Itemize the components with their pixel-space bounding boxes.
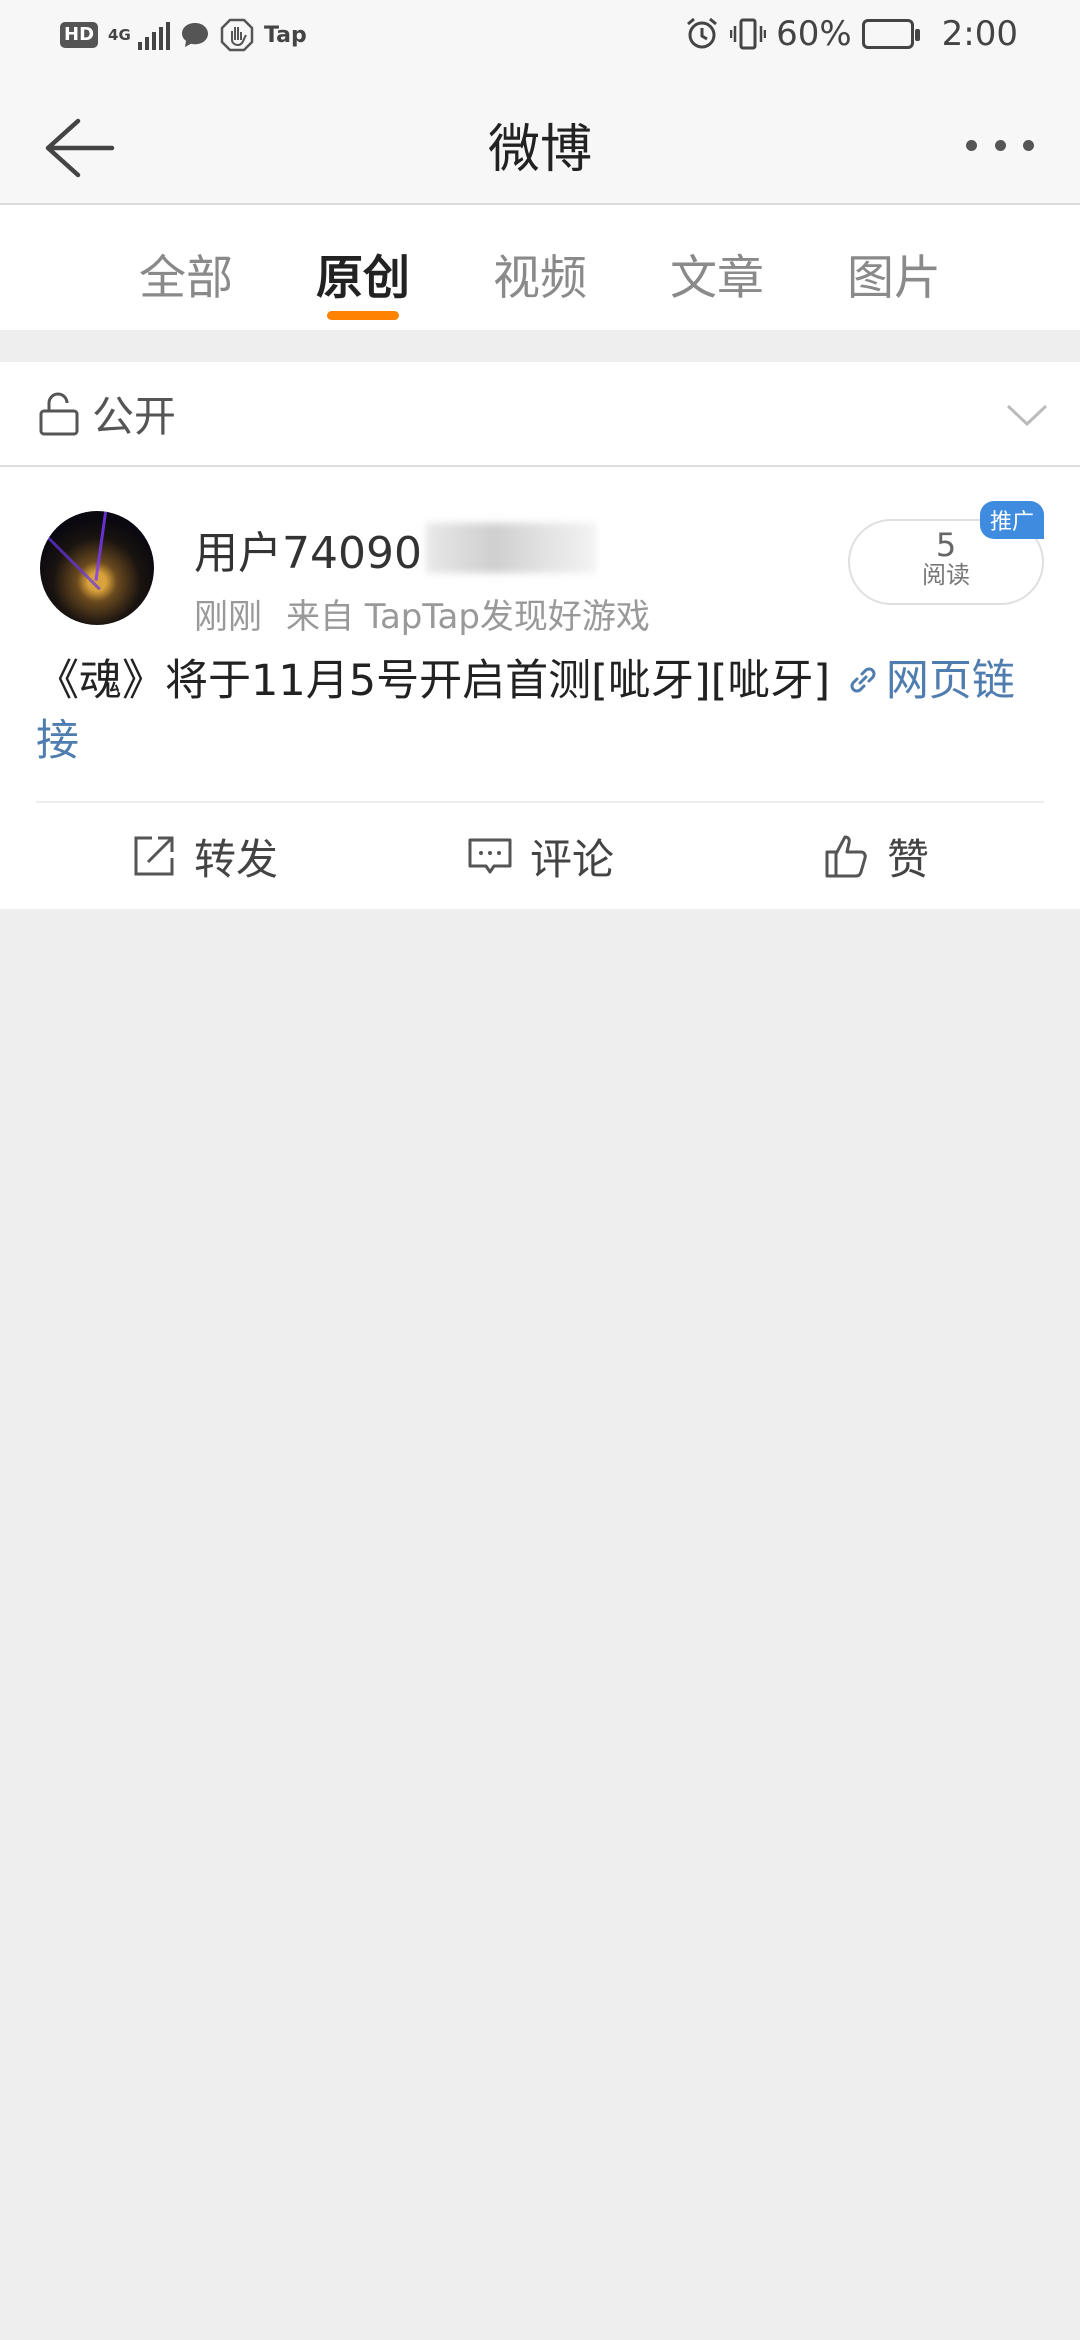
hand-icon xyxy=(220,18,254,52)
tab-picture[interactable]: 图片 xyxy=(806,205,983,330)
dot-icon xyxy=(994,139,1006,151)
battery-percent: 60% xyxy=(776,14,852,54)
chevron-down-icon xyxy=(1006,404,1048,427)
repost-icon xyxy=(134,836,174,876)
tab-article[interactable]: 文章 xyxy=(629,205,806,330)
visibility-label: 公开 xyxy=(92,392,177,441)
chat-bubble-icon xyxy=(182,23,209,47)
nav-bar: 微博 xyxy=(0,75,1080,205)
thumbs-up-icon xyxy=(825,835,867,878)
battery-icon xyxy=(861,19,920,49)
hd-icon: HD xyxy=(60,22,99,48)
visibility-selector[interactable]: 公开 xyxy=(0,362,1080,467)
post-card: 用户74090 刚刚 来自 TapTap发现好游戏 5 阅读 推广 《魂》将于11… xyxy=(0,467,1080,909)
taptap-icon: Tap xyxy=(264,22,307,48)
post-text: 《魂》将于11月5号开启首测[呲牙][呲牙] xyxy=(36,656,844,706)
link-icon xyxy=(850,667,876,693)
signal-icon xyxy=(138,20,171,50)
alarm-icon xyxy=(687,17,718,49)
username[interactable]: 用户74090 xyxy=(194,517,422,581)
vibrate-icon xyxy=(730,18,767,50)
status-bar: HD 4G Tap 60% 2:00 xyxy=(0,0,1080,75)
filter-tabs: 全部 原创 视频 文章 图片 xyxy=(0,205,1080,330)
promote-badge[interactable]: 推广 xyxy=(979,501,1044,539)
dot-icon xyxy=(1023,139,1034,151)
post-content: 《魂》将于11月5号开启首测[呲牙][呲牙] 网页链接 xyxy=(36,647,1044,801)
tab-video[interactable]: 视频 xyxy=(452,205,629,330)
like-label: 赞 xyxy=(886,834,929,884)
read-label: 阅读 xyxy=(922,561,970,589)
avatar[interactable] xyxy=(40,511,154,625)
repost-button[interactable]: 转发 xyxy=(36,803,372,909)
network-type: 4G xyxy=(108,26,131,44)
page-title: 微博 xyxy=(487,120,592,180)
comment-icon xyxy=(468,838,512,874)
post-meta: 刚刚 来自 TapTap发现好游戏 xyxy=(194,589,650,638)
unlock-icon xyxy=(39,392,79,435)
repost-label: 转发 xyxy=(193,834,278,884)
tab-all[interactable]: 全部 xyxy=(98,205,275,330)
divider xyxy=(0,330,1080,362)
comment-button[interactable]: 评论 xyxy=(372,803,708,909)
clock: 2:00 xyxy=(941,14,1018,54)
tab-original[interactable]: 原创 xyxy=(275,205,452,330)
more-options-button[interactable] xyxy=(960,125,1040,165)
post-actions: 转发 评论 赞 xyxy=(36,801,1044,909)
top-area: HD 4G Tap 60% 2:00 微博 xyxy=(0,0,1080,205)
like-button[interactable]: 赞 xyxy=(708,803,1044,909)
dot-icon xyxy=(966,139,977,151)
post-time: 刚刚 xyxy=(194,597,262,637)
post-source[interactable]: 来自 TapTap发现好游戏 xyxy=(286,597,650,637)
comment-label: 评论 xyxy=(529,834,614,884)
redacted-username-part xyxy=(426,523,596,573)
